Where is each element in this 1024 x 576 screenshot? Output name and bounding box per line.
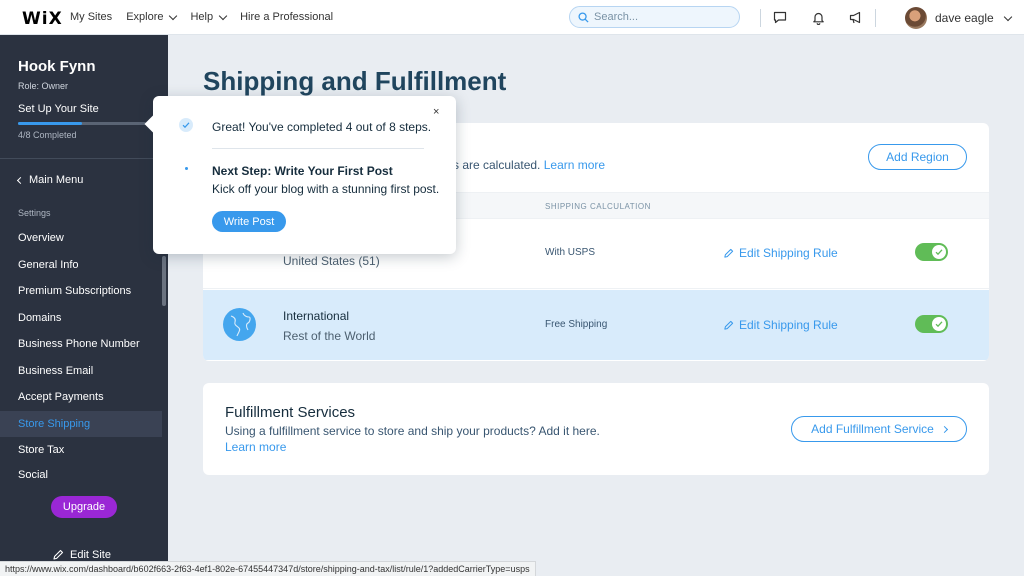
next-step-title: Next Step: Write Your First Post [212, 164, 393, 178]
user-role: Role: Owner [18, 81, 69, 91]
close-icon[interactable]: × [433, 106, 439, 118]
region-name: International [283, 309, 350, 323]
fulfillment-description-text: Using a fulfillment service to store and… [225, 424, 600, 438]
chevron-down-icon [1003, 12, 1012, 21]
nav-my-sites[interactable]: My Sites [70, 11, 112, 23]
shipping-calc: Free Shipping [545, 319, 608, 330]
upgrade-button[interactable]: Upgrade [51, 496, 117, 518]
sidebar: Hook Fynn Role: Owner Set Up Your Site 4… [0, 35, 168, 576]
popup-message: Great! You've completed 4 out of 8 steps… [212, 120, 432, 134]
nav-label: Explore [126, 11, 164, 23]
shipping-calc: With USPS [545, 247, 596, 258]
nav-help[interactable]: Help [190, 11, 228, 23]
sidebar-item-accept-payments[interactable]: Accept Payments [0, 384, 162, 411]
chat-icon[interactable] [761, 0, 799, 35]
progress-fill [18, 122, 82, 125]
sidebar-item-store-tax[interactable]: Store Tax [0, 437, 162, 464]
settings-menu: Overview General Info Premium Subscripti… [0, 225, 162, 480]
table-row[interactable]: International Rest of the World Free Shi… [203, 290, 989, 360]
check-icon [935, 321, 943, 328]
section-label: Settings [18, 208, 51, 218]
main-menu-label: Main Menu [29, 174, 84, 186]
edit-shipping-rule-label: Edit Shipping Rule [739, 246, 838, 260]
user-menu[interactable]: dave eagle [905, 7, 1012, 29]
edit-shipping-rule-label: Edit Shipping Rule [739, 318, 838, 332]
page-title: Shipping and Fulfillment [203, 66, 507, 96]
nav-explore[interactable]: Explore [126, 11, 178, 23]
write-post-button[interactable]: Write Post [212, 211, 286, 232]
check-circle-icon [179, 118, 193, 132]
chevron-down-icon [169, 11, 178, 20]
sidebar-item-store-shipping[interactable]: Store Shipping [0, 410, 162, 437]
regions-description-text: s are calculated. [453, 158, 541, 172]
bell-icon[interactable] [799, 0, 837, 35]
edit-shipping-rule-link[interactable]: Edit Shipping Rule [723, 318, 838, 332]
column-header-shipping-calculation: SHIPPING CALCULATION [545, 202, 651, 211]
learn-more-link[interactable]: Learn more [544, 158, 605, 172]
browser-status-bar: https://www.wix.com/dashboard/b602f663-2… [0, 561, 536, 576]
search-box[interactable] [569, 6, 740, 28]
pencil-icon [724, 248, 734, 258]
search-icon [578, 11, 589, 23]
wix-logo[interactable]: WiX [22, 9, 63, 29]
learn-more-link[interactable]: Learn more [225, 440, 286, 454]
next-step-description: Kick off your blog with a stunning first… [212, 182, 440, 196]
sidebar-item-domains[interactable]: Domains [0, 305, 162, 332]
pencil-icon [724, 320, 734, 330]
avatar [905, 7, 927, 29]
sidebar-divider [0, 158, 168, 159]
bullet-icon [185, 167, 188, 170]
regions-description: s are calculated. Learn more [453, 158, 605, 172]
edit-shipping-rule-link[interactable]: Edit Shipping Rule [723, 246, 838, 260]
toggle-knob [932, 245, 946, 259]
progress-text: 4/8 Completed [18, 130, 77, 140]
check-icon [935, 249, 943, 256]
sidebar-item-overview[interactable]: Overview [0, 225, 162, 252]
nav-label: Hire a Professional [240, 11, 334, 23]
top-nav: My Sites Explore Help Hire a Professiona… [70, 11, 347, 23]
top-icons [760, 0, 876, 35]
search-input[interactable] [594, 11, 734, 23]
chevron-left-icon [16, 176, 25, 184]
fulfillment-services-card: Fulfillment Services Using a fulfillment… [203, 383, 989, 475]
sidebar-item-general-info[interactable]: General Info [0, 252, 162, 279]
add-region-button[interactable]: Add Region [868, 144, 967, 170]
nav-label: Help [190, 11, 214, 23]
toggle-knob [932, 317, 946, 331]
fulfillment-title: Fulfillment Services [225, 404, 356, 421]
edit-site-link[interactable]: Edit Site [52, 549, 111, 561]
divider [875, 8, 876, 27]
sidebar-item-premium-subscriptions[interactable]: Premium Subscriptions [0, 278, 162, 305]
setup-site-link[interactable]: Set Up Your Site [18, 103, 99, 115]
popup-divider [212, 148, 424, 149]
sidebar-item-business-email[interactable]: Business Email [0, 358, 162, 385]
region-sub: United States (51) [283, 254, 380, 268]
user-name: dave eagle [935, 11, 994, 25]
site-name: Hook Fynn [18, 58, 96, 75]
edit-site-label: Edit Site [70, 549, 111, 561]
top-bar: WiX My Sites Explore Help Hire a Profess… [0, 0, 1024, 35]
fulfillment-description: Using a fulfillment service to store and… [225, 423, 605, 455]
region-toggle[interactable] [915, 243, 948, 261]
add-fulfillment-service-button[interactable]: Add Fulfillment Service [791, 416, 967, 442]
megaphone-icon[interactable] [837, 0, 875, 35]
sidebar-item-social[interactable]: Social [0, 464, 162, 480]
main-menu-link[interactable]: Main Menu [16, 174, 84, 186]
add-fulfillment-label: Add Fulfillment Service [811, 422, 934, 436]
region-toggle[interactable] [915, 315, 948, 333]
chevron-right-icon [940, 425, 948, 433]
setup-progress-bar [18, 122, 146, 125]
globe-icon [223, 308, 256, 341]
pencil-icon [53, 549, 64, 560]
region-sub: Rest of the World [283, 329, 376, 343]
chevron-down-icon [218, 11, 228, 20]
sidebar-item-business-phone[interactable]: Business Phone Number [0, 331, 162, 358]
setup-progress-popup: × Great! You've completed 4 out of 8 ste… [153, 96, 456, 254]
nav-label: My Sites [70, 11, 113, 23]
sidebar-scrollbar[interactable] [162, 256, 166, 306]
nav-hire-professional[interactable]: Hire a Professional [240, 11, 333, 23]
